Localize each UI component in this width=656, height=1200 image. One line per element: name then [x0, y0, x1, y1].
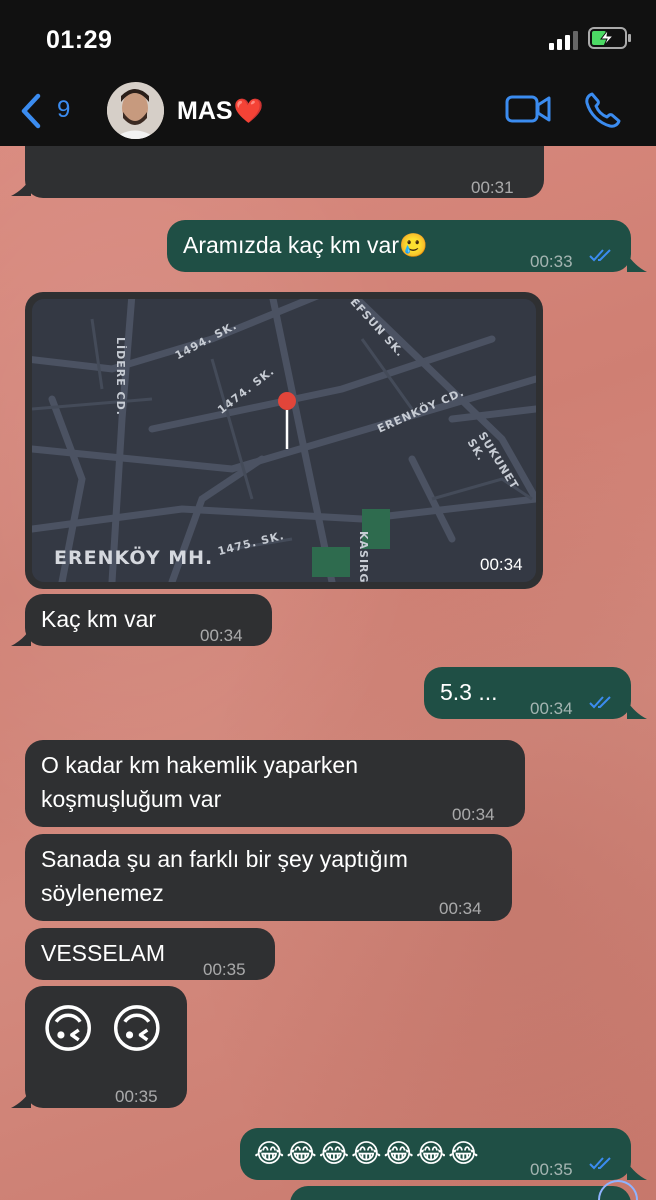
- outgoing-message[interactable]: Aramızda kaç km var🥲 00:33: [167, 220, 631, 272]
- outgoing-message-partial[interactable]: [290, 1186, 631, 1200]
- contact-name[interactable]: MAS❤️: [177, 97, 263, 126]
- message-text-line2: koşmuşluğum var: [41, 786, 222, 812]
- chat-area[interactable]: 00:31 Aramızda kaç km var🥲 00:33 LİDERE …: [0, 146, 656, 1200]
- bubble-tail: [11, 628, 31, 646]
- message-text: 5.3 ...: [440, 679, 498, 705]
- message-text: Aramızda kaç km var🥲: [183, 232, 428, 258]
- contact-avatar[interactable]: [107, 82, 164, 139]
- street-label: LİDERE CD.: [114, 337, 127, 416]
- battery-charging-icon: [588, 27, 631, 49]
- message-time: 00:31: [471, 178, 514, 197]
- location-map[interactable]: LİDERE CD. 1494. SK. EFSUN SK. 1474. SK.…: [32, 299, 536, 582]
- incoming-message[interactable]: VESSELAM 00:35: [25, 928, 275, 980]
- message-time: 00:34: [530, 699, 573, 718]
- bubble-tail: [627, 701, 647, 719]
- read-receipt-icon: [589, 249, 611, 262]
- message-time: 00:34: [200, 626, 243, 645]
- heart-emoji: ❤️: [233, 98, 264, 125]
- read-receipt-icon: [589, 1157, 611, 1170]
- status-time: 01:29: [46, 26, 113, 54]
- bubble-tail: [11, 178, 31, 196]
- incoming-message[interactable]: 00:31: [25, 146, 544, 198]
- upside-down-face-emoji: 🙃 🙃: [41, 1001, 164, 1059]
- read-receipt-icon: [589, 696, 611, 709]
- chat-header: 01:29 9 MAS❤️: [0, 0, 656, 146]
- message-time: 00:35: [115, 1087, 158, 1106]
- message-text: VESSELAM: [41, 940, 165, 966]
- incoming-emoji-message[interactable]: 🙃 🙃 00:35: [25, 986, 187, 1108]
- incoming-message[interactable]: Kaç km var 00:34: [25, 594, 272, 646]
- video-call-icon[interactable]: [505, 93, 551, 125]
- message-text-line2: söylenemez: [41, 880, 164, 906]
- message-time: 00:33: [530, 252, 573, 271]
- street-label: KASIRG: [357, 531, 370, 582]
- laughing-emoji-row: 😂😂😂😂😂😂😂: [254, 1138, 481, 1168]
- message-text-line1: Sanada şu an farklı bir şey yaptığım: [41, 846, 408, 872]
- incoming-message[interactable]: Sanada şu an farklı bir şey yaptığım söy…: [25, 834, 512, 921]
- outgoing-emoji-message[interactable]: 😂😂😂😂😂😂😂 00:35: [240, 1128, 631, 1180]
- phone-call-icon[interactable]: [583, 90, 623, 130]
- bubble-tail: [627, 254, 647, 272]
- message-text-line1: O kadar km hakemlik yaparken: [41, 752, 359, 778]
- avatar-face-icon: [107, 82, 164, 139]
- map-area-label: ERENKÖY MH.: [54, 547, 214, 569]
- contact-name-text: MAS: [177, 97, 233, 125]
- message-time: 00:34: [439, 899, 482, 918]
- location-message[interactable]: LİDERE CD. 1494. SK. EFSUN SK. 1474. SK.…: [25, 292, 543, 589]
- bubble-tail: [627, 1162, 647, 1180]
- bubble-tail: [11, 1090, 31, 1108]
- message-time: 00:34: [452, 805, 495, 824]
- unread-count[interactable]: 9: [57, 96, 70, 124]
- outgoing-message[interactable]: 5.3 ... 00:34: [424, 667, 631, 719]
- message-time: 00:35: [530, 1160, 573, 1179]
- message-time: 00:35: [203, 960, 246, 979]
- message-time: 00:34: [480, 555, 523, 574]
- message-text: Kaç km var: [41, 606, 157, 632]
- signal-icon: [549, 31, 578, 50]
- incoming-message[interactable]: O kadar km hakemlik yaparken koşmuşluğum…: [25, 740, 525, 827]
